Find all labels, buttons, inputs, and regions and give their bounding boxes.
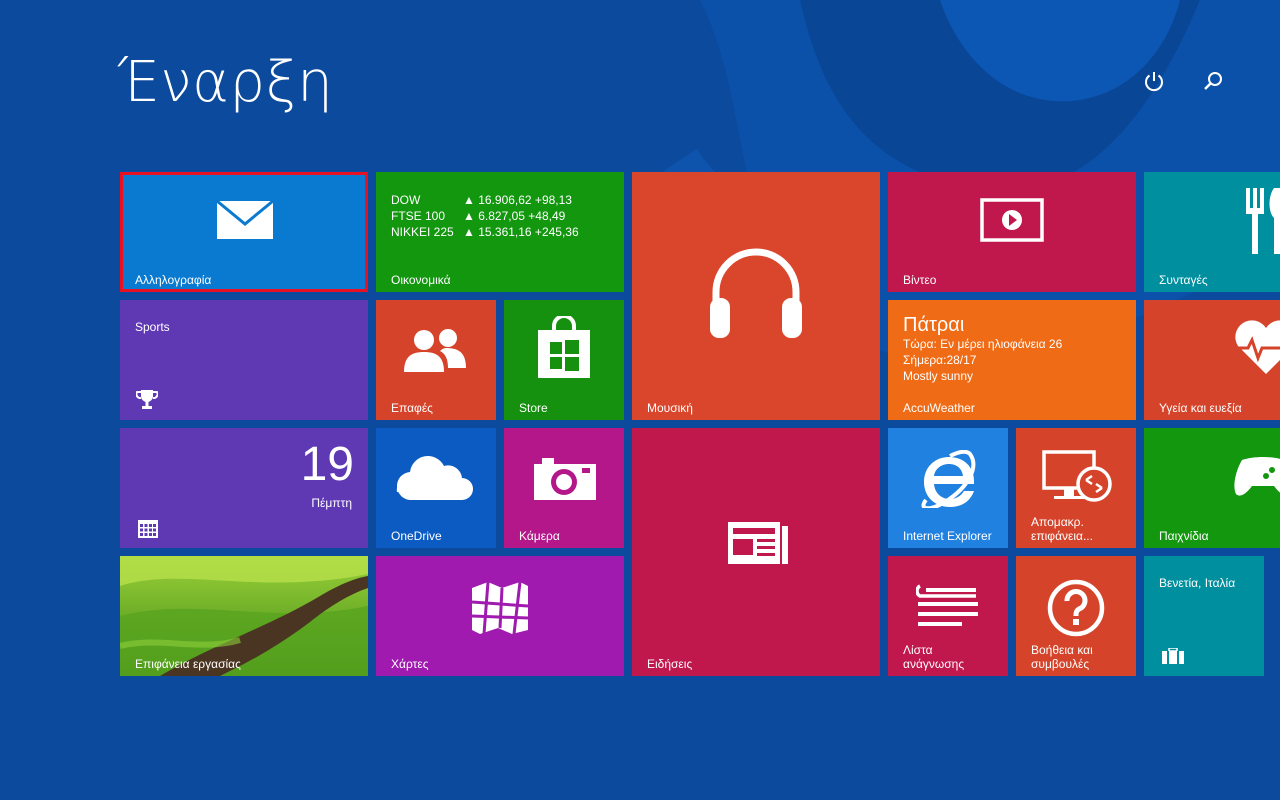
index-name: FTSE 100 xyxy=(391,209,446,223)
tile-label: Επιφάνεια εργασίας xyxy=(135,657,241,671)
tile-news[interactable]: Ειδήσεις xyxy=(632,428,880,676)
tile-label: Store xyxy=(519,401,548,415)
calendar-day: 19 xyxy=(300,438,354,491)
tile-label: Αλληλογραφία xyxy=(135,273,212,287)
video-play-icon xyxy=(980,198,1044,242)
tile-people[interactable]: Επαφές xyxy=(376,300,496,420)
suitcase-icon xyxy=(1162,648,1184,664)
tile-weather[interactable]: Πάτραι Τώρα: Εν μέρει ηλιοφάνεια 26 Σήμε… xyxy=(888,300,1136,420)
power-icon xyxy=(1145,72,1163,92)
gamepad-icon xyxy=(1234,457,1280,496)
tile-maps[interactable]: Χάρτες xyxy=(376,556,624,676)
tile-reading-list[interactable]: Λίστα ανάγνωσης xyxy=(888,556,1008,676)
search-icon xyxy=(1204,72,1222,90)
tile-internet-explorer[interactable]: Internet Explorer xyxy=(888,428,1008,548)
tile-label: OneDrive xyxy=(391,529,442,543)
tile-title: Sports xyxy=(135,320,170,334)
finance-row: NIKKEI 225 ▲ 15.361,16 +245,36 xyxy=(391,224,579,240)
tile-store[interactable]: Store xyxy=(504,300,624,420)
newspaper-icon xyxy=(728,522,788,564)
tile-remote-desktop[interactable]: Απομακρ. επιφάνεια... xyxy=(1016,428,1136,548)
finance-indices: DOW ▲ 16.906,62 +98,13 FTSE 100 ▲ 6.827,… xyxy=(391,192,579,240)
store-bag-icon xyxy=(538,316,590,378)
tile-onedrive[interactable]: OneDrive xyxy=(376,428,496,548)
tile-games[interactable]: Παιχνίδια xyxy=(1144,428,1280,548)
tile-sports[interactable]: Sports xyxy=(120,300,368,420)
cloud-icon xyxy=(396,456,473,501)
tile-mail[interactable]: Αλληλογραφία xyxy=(120,172,368,292)
tile-music[interactable]: Μουσική xyxy=(632,172,880,420)
map-icon xyxy=(471,581,529,634)
index-value: ▲ 15.361,16 +245,36 xyxy=(463,225,579,239)
weather-today: Σήμερα:28/17 xyxy=(903,353,977,367)
camera-icon xyxy=(534,458,596,500)
tile-label: Παιχνίδια xyxy=(1159,529,1209,543)
tile-label: Βοήθεια και συμβουλές xyxy=(1031,643,1093,671)
mail-icon xyxy=(216,200,274,239)
calendar-weekday: Πέμπτη xyxy=(311,496,352,510)
tile-calendar[interactable]: 19 Πέμπτη xyxy=(120,428,368,548)
index-name: DOW xyxy=(391,193,421,207)
tile-health[interactable]: Υγεία και ευεξία xyxy=(1144,300,1280,420)
tile-label: Βίντεο xyxy=(903,273,937,287)
tile-title: Βενετία, Ιταλία xyxy=(1159,576,1236,590)
weather-condition: Mostly sunny xyxy=(903,369,974,383)
tile-label: Υγεία και ευεξία xyxy=(1159,401,1242,415)
tile-finance[interactable]: DOW ▲ 16.906,62 +98,13 FTSE 100 ▲ 6.827,… xyxy=(376,172,624,292)
index-value: ▲ 16.906,62 +98,13 xyxy=(463,193,572,207)
power-button[interactable] xyxy=(1137,64,1171,98)
search-button[interactable] xyxy=(1196,64,1230,98)
remote-desktop-icon xyxy=(1042,450,1112,502)
tile-desktop[interactable]: Επιφάνεια εργασίας xyxy=(120,556,368,676)
tile-label: Λίστα ανάγνωσης xyxy=(903,643,965,671)
ie-logo-icon xyxy=(921,450,976,508)
fork-knife-icon xyxy=(1246,188,1280,254)
tile-label: AccuWeather xyxy=(903,401,975,415)
question-icon xyxy=(1047,579,1105,637)
tile-travel[interactable]: Βενετία, Ιταλία xyxy=(1144,556,1264,676)
headphones-icon xyxy=(710,248,802,338)
tile-label: Επαφές xyxy=(391,401,433,415)
tile-label: Μουσική xyxy=(647,401,693,415)
tile-label: Απομακρ. επιφάνεια... xyxy=(1031,515,1093,543)
finance-row: DOW ▲ 16.906,62 +98,13 xyxy=(391,192,579,208)
tile-label: Συνταγές xyxy=(1159,273,1208,287)
tile-label: Χάρτες xyxy=(391,657,429,671)
reading-list-icon xyxy=(916,584,978,626)
calendar-grid-icon xyxy=(138,520,158,538)
heart-pulse-icon xyxy=(1234,320,1280,374)
weather-now: Τώρα: Εν μέρει ηλιοφάνεια 26 xyxy=(903,337,1063,351)
tile-recipes[interactable]: Συνταγές xyxy=(1144,172,1280,292)
tile-camera[interactable]: Κάμερα xyxy=(504,428,624,548)
people-icon xyxy=(404,329,466,372)
finance-row: FTSE 100 ▲ 6.827,05 +48,49 xyxy=(391,208,579,224)
tile-label: Οικονομικά xyxy=(391,273,451,287)
tile-help-tips[interactable]: Βοήθεια και συμβουλές xyxy=(1016,556,1136,676)
index-name: NIKKEI 225 xyxy=(391,225,454,239)
weather-city: Πάτραι xyxy=(903,314,965,336)
trophy-icon xyxy=(136,390,158,409)
tile-label: Ειδήσεις xyxy=(647,657,693,671)
index-value: ▲ 6.827,05 +48,49 xyxy=(463,209,566,223)
tile-label: Internet Explorer xyxy=(903,529,992,543)
tile-label: Κάμερα xyxy=(519,529,560,543)
page-title: Έναρξη xyxy=(118,50,334,115)
tile-video[interactable]: Βίντεο xyxy=(888,172,1136,292)
